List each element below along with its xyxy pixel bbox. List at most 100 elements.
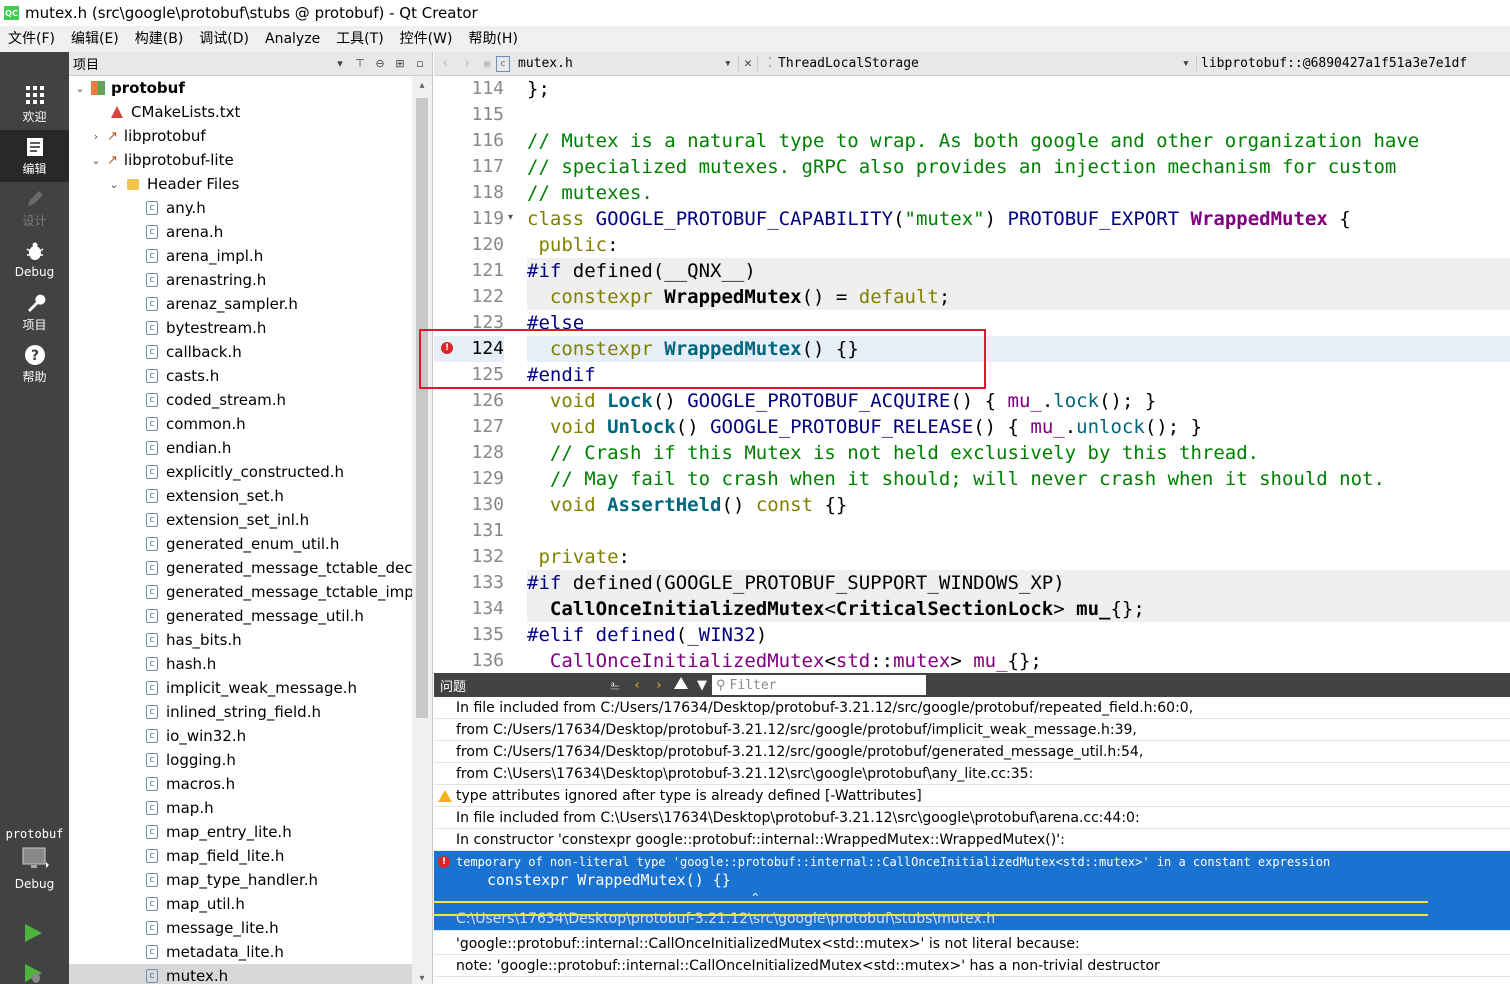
issue-row[interactable]: In file included from C:/Users/17634/Des…	[434, 697, 1510, 719]
menu-debug[interactable]: 调试(D)	[191, 26, 257, 52]
tree-file[interactable]: c mutex.h	[69, 964, 412, 984]
tree-file[interactable]: c map_util.h	[69, 892, 412, 916]
close-file-icon[interactable]: ✕	[738, 56, 758, 71]
fold-arrow-icon[interactable]: ▾	[508, 212, 513, 223]
tree-file[interactable]: c extension_set_inl.h	[69, 508, 412, 532]
tree-file[interactable]: c bytestream.h	[69, 316, 412, 340]
tree-scroll-thumb[interactable]	[416, 98, 428, 718]
issue-row-warning[interactable]: type attributes ignored after type is al…	[434, 785, 1510, 807]
tree-file[interactable]: c arenaz_sampler.h	[69, 292, 412, 316]
tree-file[interactable]: c inlined_string_field.h	[69, 700, 412, 724]
debug-run-icon[interactable]	[22, 962, 44, 984]
tree-file[interactable]: c metadata_lite.h	[69, 940, 412, 964]
kit-selector[interactable]: protobuf Debug	[0, 824, 69, 894]
issue-row[interactable]: from C:/Users/17634/Desktop/protobuf-3.2…	[434, 741, 1510, 763]
next-issue-icon[interactable]: ›	[648, 678, 670, 693]
clean-icon[interactable]: ⎁	[604, 678, 626, 693]
menu-help[interactable]: 帮助(H)	[460, 26, 525, 52]
tree-file[interactable]: c has_bits.h	[69, 628, 412, 652]
error-marker-icon[interactable]: !	[441, 342, 453, 354]
code-area[interactable]: }; // Mutex is a natural type to wrap. A…	[527, 76, 1510, 673]
mode-edit[interactable]: 编辑	[0, 130, 69, 182]
tree-file[interactable]: c casts.h	[69, 364, 412, 388]
expand-arrow-icon[interactable]: ⌄	[73, 82, 87, 95]
scroll-up-icon[interactable]: ▴	[412, 76, 432, 96]
issue-row[interactable]: from C:\Users\17634\Desktop\protobuf-3.2…	[434, 763, 1510, 785]
tree-file[interactable]: c map_field_lite.h	[69, 844, 412, 868]
link-icon[interactable]: ⊖	[371, 56, 389, 72]
issue-row[interactable]: In constructor 'constexpr google::protob…	[434, 829, 1510, 851]
menu-build[interactable]: 构建(B)	[127, 26, 192, 52]
filter-icon[interactable]: ⊤	[351, 56, 369, 72]
tree-file[interactable]: c extension_set.h	[69, 484, 412, 508]
mode-debug[interactable]: Debug	[0, 234, 69, 286]
file-dropdown-icon[interactable]: ▾	[724, 56, 738, 71]
menu-window[interactable]: 控件(W)	[392, 26, 461, 52]
prev-issue-icon[interactable]: ‹	[626, 678, 648, 693]
tree-file[interactable]: c explicitly_constructed.h	[69, 460, 412, 484]
filter-icon[interactable]: ▼	[692, 678, 712, 693]
issue-row[interactable]: In file included from C:\Users\17634\Des…	[434, 807, 1510, 829]
open-file-name[interactable]: mutex.h	[518, 56, 724, 71]
tree-header-files[interactable]: ⌄ Header Files	[69, 172, 412, 196]
code-editor[interactable]: 114 115 116 117 118 119 120 121 122 123 124 125 126 1…	[434, 76, 1510, 673]
forward-arrow-icon[interactable]: ›	[456, 56, 478, 71]
project-panel-title[interactable]: 项目	[69, 54, 331, 73]
issue-row[interactable]: from C:/Users/17634/Desktop/protobuf-3.2…	[434, 719, 1510, 741]
back-arrow-icon[interactable]: ‹	[434, 56, 456, 71]
tree-file[interactable]: c hash.h	[69, 652, 412, 676]
issue-row-error-selected[interactable]: ! temporary of non-literal type 'google:…	[434, 851, 1510, 931]
tree-file[interactable]: c any.h	[69, 196, 412, 220]
header-file-icon: c	[146, 777, 158, 791]
symbol-dropdown-icon[interactable]: ▾	[1182, 56, 1196, 71]
tree-file[interactable]: c macros.h	[69, 772, 412, 796]
collapsed-arrow-icon[interactable]: ›	[89, 130, 103, 143]
tree-file[interactable]: c generated_message_util.h	[69, 604, 412, 628]
issue-row[interactable]: note: 'google::protobuf::internal::CallO…	[434, 955, 1510, 977]
tree-libprotobuf[interactable]: › ↗ libprotobuf	[69, 124, 412, 148]
close-panel-icon[interactable]: ▫	[411, 56, 429, 72]
issue-row[interactable]: 'google::protobuf::internal::CallOnceIni…	[434, 933, 1510, 955]
tree-root[interactable]: ⌄ protobuf	[69, 76, 412, 100]
warning-text: type attributes ignored after type is al…	[456, 788, 922, 804]
tree-file[interactable]: c map_entry_lite.h	[69, 820, 412, 844]
mode-help[interactable]: ? 帮助	[0, 338, 69, 390]
menu-analyze[interactable]: Analyze	[257, 26, 328, 52]
tree-libprotobuf-lite[interactable]: ⌄ ↗ libprotobuf-lite	[69, 148, 412, 172]
tree-file[interactable]: c arenastring.h	[69, 268, 412, 292]
mode-design[interactable]: 设计	[0, 182, 69, 234]
tree-file[interactable]: c generated_message_tctable_decl.h	[69, 556, 412, 580]
tree-file[interactable]: c generated_message_tctable_impl.h	[69, 580, 412, 604]
header-file-icon: c	[146, 897, 158, 911]
tree-cmake[interactable]: CMakeLists.txt	[69, 100, 412, 124]
mode-welcome[interactable]: 欢迎	[0, 78, 69, 130]
mode-projects[interactable]: 项目	[0, 286, 69, 338]
run-icon[interactable]	[22, 922, 44, 944]
tree-file[interactable]: c map_type_handler.h	[69, 868, 412, 892]
tree-scrollbar[interactable]: ▴ ▾	[412, 76, 432, 984]
menu-tools[interactable]: 工具(T)	[328, 26, 391, 52]
warning-filter-icon[interactable]	[670, 677, 692, 693]
tree-file[interactable]: c generated_enum_util.h	[69, 532, 412, 556]
tree-file[interactable]: c common.h	[69, 412, 412, 436]
scope-selector[interactable]: libprotobuf::@6890427a1f51a3e7e1df	[1196, 56, 1467, 71]
tree-file[interactable]: c implicit_weak_message.h	[69, 676, 412, 700]
menu-file[interactable]: 文件(F)	[0, 26, 63, 52]
expand-arrow-icon[interactable]: ⌄	[89, 154, 103, 167]
tree-file[interactable]: c io_win32.h	[69, 724, 412, 748]
tree-file[interactable]: c message_lite.h	[69, 916, 412, 940]
scroll-down-icon[interactable]: ▾	[412, 973, 432, 984]
tree-file[interactable]: c callback.h	[69, 340, 412, 364]
symbol-selector[interactable]: ThreadLocalStorage	[778, 56, 1182, 71]
split-icon[interactable]: ⊞	[391, 56, 409, 72]
tree-file[interactable]: c endian.h	[69, 436, 412, 460]
expand-arrow-icon[interactable]: ⌄	[107, 178, 121, 191]
dropdown-arrow-icon[interactable]: ▾	[331, 56, 349, 72]
menu-edit[interactable]: 编辑(E)	[63, 26, 127, 52]
tree-file[interactable]: c coded_stream.h	[69, 388, 412, 412]
tree-file[interactable]: c arena_impl.h	[69, 244, 412, 268]
tree-file[interactable]: c arena.h	[69, 220, 412, 244]
tree-file[interactable]: c logging.h	[69, 748, 412, 772]
tree-file[interactable]: c map.h	[69, 796, 412, 820]
filter-input[interactable]: ⚲ Filter	[712, 675, 926, 695]
